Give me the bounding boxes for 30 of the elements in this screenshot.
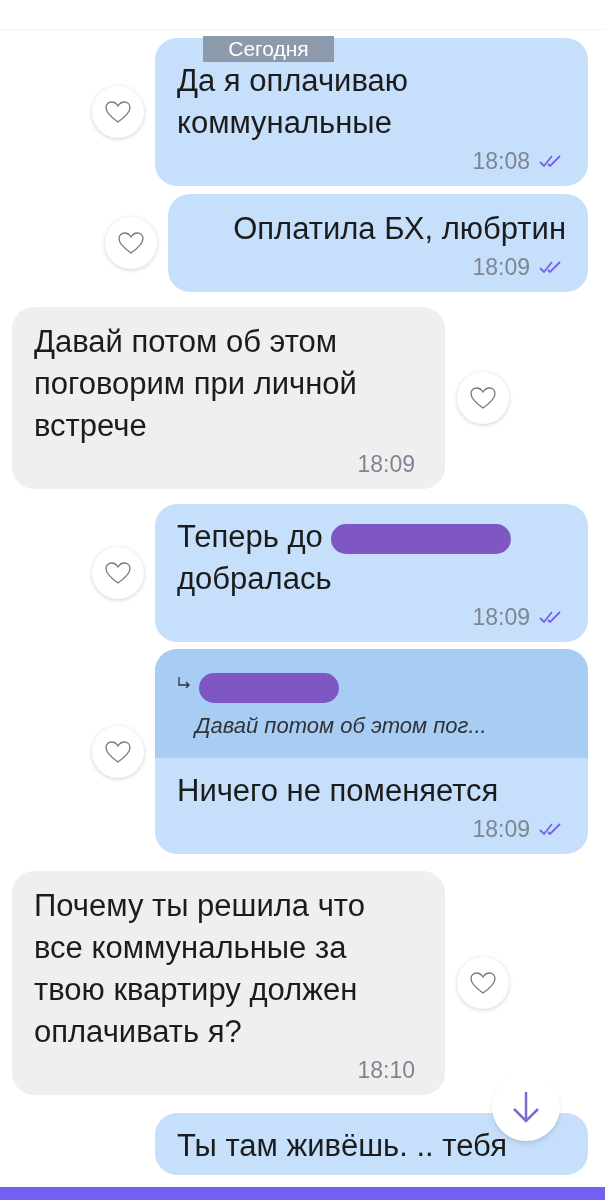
like-button[interactable] [92,725,144,778]
message-text: Теперь до [177,519,323,554]
message-text: Да я оплачиваю коммунальные [177,62,409,142]
heart-icon [104,561,132,585]
like-button[interactable] [457,372,509,424]
heart-icon [469,971,497,995]
message-time: 18:10 [357,1055,415,1085]
message-text: Ты там живёшь. .. тебя [177,1127,507,1165]
heart-icon [469,386,497,410]
heart-icon [104,739,132,764]
message-time: 18:09 [472,602,530,632]
message-text: Почему ты решила что все коммунальные за твою квартиру должен оплачивать я? [34,887,366,1051]
reply-arrow-icon [177,676,191,690]
message-time: 18:08 [472,146,530,176]
reply-quote: Давай потом об этом пог... [192,712,488,740]
like-button[interactable] [92,547,144,599]
like-button[interactable] [92,86,144,138]
message-text: Оплатила БХ, любртин [233,210,566,248]
message-time: 18:09 [357,449,415,479]
like-button[interactable] [457,957,509,1009]
message-time: 18:09 [472,814,530,844]
heart-icon [104,100,132,124]
message-text: Ничего не поменяется [177,772,499,810]
message-time: 18:09 [472,252,530,282]
like-button[interactable] [105,217,157,269]
message-text: добралась [177,561,332,596]
date-badge: Сегодня [203,36,334,62]
message-text: Давай потом об этом поговорим при личной встрече [34,323,358,445]
arrow-down-icon [511,1090,541,1124]
heart-icon [117,231,145,255]
